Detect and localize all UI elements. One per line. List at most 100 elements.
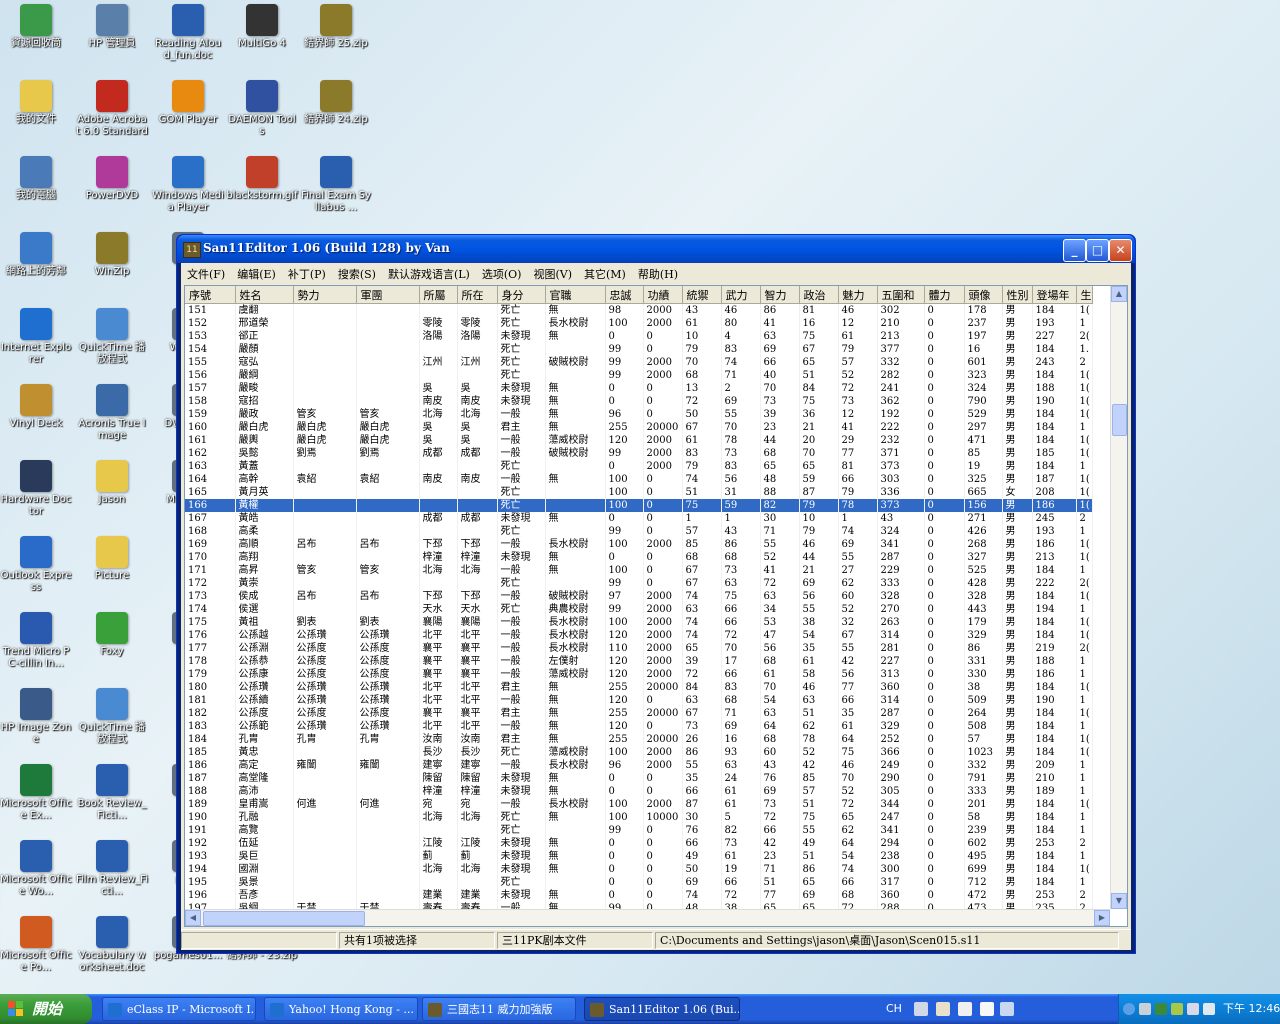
desktop-icon[interactable]: 我的文件: [0, 80, 72, 126]
table-row[interactable]: 178 公孫恭 公孫度 公孫度 襄平 襄平 一般 左僕射 120 2000 39 17 68 61 42 22…: [185, 655, 1093, 668]
table-row[interactable]: 194 國淵 北海 北海 未發現無 0 0 50 19 71 86 74 300 0 699 男 184 1(: [185, 863, 1093, 876]
close-button[interactable]: ✕: [1109, 239, 1132, 262]
table-row[interactable]: 188 高沛 梓潼 梓潼 未發現無 0 0 66 61 69 57 52 305 0 333 男 189 1: [185, 785, 1093, 798]
menu-item[interactable]: 编辑(E): [231, 263, 282, 282]
desktop-icon[interactable]: PowerDVD: [76, 156, 148, 202]
menu-item[interactable]: 补丁(P): [282, 263, 332, 282]
desktop-icon[interactable]: Internet Explorer: [0, 308, 72, 366]
column-header[interactable]: 生: [1076, 286, 1093, 304]
horizontal-scroll-thumb[interactable]: [203, 911, 365, 926]
table-row[interactable]: 185 黃忠 長沙 長沙 死亡 蕩威校尉 100 2000 86 93 60 52 75 366 0 1023…: [185, 746, 1093, 759]
desktop-icon[interactable]: MultiGo 4: [226, 4, 298, 50]
table-row[interactable]: 166 黃權 死亡 100 0 75 59 82 79 78 373 0 156 男 186 1(: [185, 499, 1093, 512]
title-bar[interactable]: 11 San11Editor 1.06 (Build 128) by Van _…: [177, 235, 1135, 263]
menu-item[interactable]: 选项(O): [476, 263, 528, 282]
desktop-icon[interactable]: 結界師 25.zip: [300, 4, 372, 50]
taskbar-button[interactable]: San11Editor 1.06 (Bui...: [584, 997, 740, 1021]
pen-icon[interactable]: [936, 1002, 950, 1016]
officer-grid[interactable]: 序號 姓名 勢力 軍團 所屬 所在 身分 官職 忠誠 功績 統禦 武力 智力 政治 魅力 五圍和 體力 頭像 性別登…: [184, 285, 1128, 927]
desktop-icon[interactable]: 網路上的芳鄰: [0, 232, 72, 278]
desktop-icon[interactable]: Acronis True Image: [76, 384, 148, 442]
desktop-icon[interactable]: Trend Micro PC-cillin In...: [0, 612, 72, 670]
table-row[interactable]: 195 吳景 死亡 0 0 69 66 51 65 66 317 0 712 男 184 1: [185, 876, 1093, 889]
column-header[interactable]: 所在: [457, 286, 498, 304]
table-row[interactable]: 158 寇招 南皮 南皮 未發現無 0 0 72 69 73 75 73 362 0 790 男 190 1(: [185, 395, 1093, 408]
tray-expand-icon[interactable]: [1123, 1003, 1135, 1015]
scroll-up-icon[interactable]: ▲: [1111, 286, 1127, 302]
column-header[interactable]: 身分: [497, 286, 546, 304]
column-header[interactable]: 五圍和: [877, 286, 925, 304]
volume-icon[interactable]: [1203, 1003, 1215, 1015]
table-row[interactable]: 196 吾彥 建業 建業 未發現無 0 0 74 72 77 69 68 360 0 472 男 253 2: [185, 889, 1093, 902]
desktop-icon[interactable]: 資源回收筒: [0, 4, 72, 50]
desktop-icon[interactable]: Picture: [76, 536, 148, 582]
table-row[interactable]: 180 公孫瓚 公孫瓚 公孫瓚 北平 北平 君主無 255 20000 84 83 70 46 77 360…: [185, 681, 1093, 694]
pen-tray-icon[interactable]: [1187, 1003, 1199, 1015]
desktop-icon[interactable]: Adobe Acrobat 6.0 Standard: [76, 80, 148, 138]
scroll-down-icon[interactable]: ▼: [1111, 893, 1127, 909]
menu-item[interactable]: 其它(M): [578, 263, 632, 282]
column-header[interactable]: 軍團: [356, 286, 420, 304]
column-header[interactable]: 登場年: [1032, 286, 1077, 304]
desktop-icon[interactable]: 結界師 24.zip: [300, 80, 372, 126]
column-header[interactable]: 勢力: [293, 286, 357, 304]
desktop-icon[interactable]: Microsoft Office Wo...: [0, 840, 72, 898]
desktop-icon[interactable]: Vinyl Deck: [0, 384, 72, 430]
desktop-icon[interactable]: WinZip: [76, 232, 148, 278]
table-row[interactable]: 163 黃蓋 死亡 0 2000 79 83 65 65 81 373 0 19 男 184 1: [185, 460, 1093, 473]
table-row[interactable]: 162 吳懿 劉焉 劉焉 成都 成都 一般 破賊校尉 99 2000 83 73 68 70 77 371 0 8…: [185, 447, 1093, 460]
table-header[interactable]: 序號 姓名 勢力 軍團 所屬 所在 身分 官職 忠誠 功績 統禦 武力 智力 政治 魅力 五圍和 體力 頭像 性別登…: [185, 286, 1093, 304]
options-icon[interactable]: [1000, 1002, 1014, 1016]
scroll-right-icon[interactable]: ▶: [1094, 910, 1110, 926]
desktop-icon[interactable]: QuickTime 播放程式: [76, 308, 148, 366]
menu-item[interactable]: 文件(F): [181, 263, 231, 282]
taskbar-button[interactable]: 三國志11 威力加強版: [422, 997, 576, 1021]
column-header[interactable]: 功績: [643, 286, 683, 304]
ime-pad-icon[interactable]: [958, 1002, 972, 1016]
desktop-icon[interactable]: Final Exam Syllabus ...: [300, 156, 372, 214]
desktop-icon[interactable]: Film Review_Ficti...: [76, 840, 148, 898]
desktop-icon[interactable]: blackstorm.gif: [226, 156, 298, 202]
menu-item[interactable]: 默认游戏语言(L): [382, 263, 476, 282]
table-row[interactable]: 177 公孫淵 公孫度 公孫度 襄平 襄平 一般 長水校尉 110 2000 65 70 56 35 55 2…: [185, 642, 1093, 655]
column-header[interactable]: 頭像: [964, 286, 1003, 304]
table-row[interactable]: 154 嚴顏 死亡 99 0 79 83 69 67 79 377 0 16 男 184 1.: [185, 343, 1093, 356]
column-header[interactable]: 所屬: [419, 286, 458, 304]
desktop-icon[interactable]: GOM Player: [152, 80, 224, 126]
column-header[interactable]: 武力: [721, 286, 761, 304]
desktop-icon[interactable]: Outlook Express: [0, 536, 72, 594]
network-icon[interactable]: [1139, 1003, 1151, 1015]
column-header[interactable]: 體力: [924, 286, 965, 304]
table-row[interactable]: 182 公孫度 公孫度 公孫度 襄平 襄平 君主無 255 20000 67 71 63 51 35 287…: [185, 707, 1093, 720]
desktop-icon[interactable]: Hardware Doctor: [0, 460, 72, 518]
table-row[interactable]: 164 高幹 袁紹 袁紹 南皮 南皮 一般無 100 0 74 56 48 59 66 303 0 325 男 18…: [185, 473, 1093, 486]
minimize-button[interactable]: _: [1063, 239, 1086, 262]
keyboard-icon[interactable]: [914, 1002, 928, 1016]
column-header[interactable]: 姓名: [235, 286, 294, 304]
desktop-icon[interactable]: Vocabulary worksheet.doc: [76, 916, 148, 974]
desktop-icon[interactable]: Microsoft Office Ex...: [0, 764, 72, 822]
table-row[interactable]: 190 孔融 北海 北海 死亡無 100 10000 30 5 72 75 65 247 0 58 男 184 1: [185, 811, 1093, 824]
table-row[interactable]: 192 伍延 江陵 江陵 未發現無 0 0 66 73 42 49 64 294 0 602 男 253 2: [185, 837, 1093, 850]
table-row[interactable]: 160 嚴白虎 嚴白虎 嚴白虎吳吳君主無 255 20000 67 70 23 21 41 222 0 2…: [185, 421, 1093, 434]
table-row[interactable]: 156 嚴綱 死亡 99 2000 68 71 40 51 52 282 0 323 男 184 1(: [185, 369, 1093, 382]
desktop-icon[interactable]: Windows Media Player: [152, 156, 224, 214]
taskbar-button[interactable]: Yahoo! Hong Kong - ...: [264, 997, 418, 1021]
table-row[interactable]: 153 郤正 洛陽 洛陽 未發現無 0 0 10 4 63 75 61 213 0 197 男 227 2(: [185, 330, 1093, 343]
table-row[interactable]: 165 黃月英 死亡 100 0 51 31 88 87 79 336 0 665 女 208 1(: [185, 486, 1093, 499]
table-row[interactable]: 161 嚴輿 嚴白虎 嚴白虎吳吳一般 蕩威校尉 120 2000 61 78 44 20 29 232 0…: [185, 434, 1093, 447]
desktop-icon[interactable]: Reading Aloud_fun.doc: [152, 4, 224, 62]
column-header[interactable]: 性別: [1002, 286, 1033, 304]
desktop-icon[interactable]: QuickTime 播放程式: [76, 688, 148, 746]
column-header[interactable]: 魅力: [838, 286, 878, 304]
menu-item[interactable]: 帮助(H): [632, 263, 684, 282]
desktop-icon[interactable]: HP 管理員: [76, 4, 148, 50]
table-row[interactable]: 172 黃崇 死亡 99 0 67 63 72 69 62 333 0 428 男 222 2(: [185, 577, 1093, 590]
table-row[interactable]: 159 嚴政 管亥 管亥 北海 北海 一般無 96 0 50 55 39 36 12 192 0 529 男 184…: [185, 408, 1093, 421]
table-row[interactable]: 173 侯成 呂布 呂布 下邳 下邳 一般 破賊校尉 97 2000 74 75 63 56 60 328 0 3…: [185, 590, 1093, 603]
menu-item[interactable]: 视图(V): [527, 263, 578, 282]
table-row[interactable]: 181 公孫續 公孫瓚 公孫瓚 北平 北平 一般無 120 0 63 68 54 63 66 314 0 509…: [185, 694, 1093, 707]
table-row[interactable]: 175 黃祖 劉表 劉表 襄陽 襄陽 一般 長水校尉 100 2000 74 66 53 38 32 263 0…: [185, 616, 1093, 629]
table-row[interactable]: 151 虞翻 死亡無 98 2000 43 46 86 81 46 302 0 178 男 184 1(: [185, 303, 1093, 317]
column-header[interactable]: 官職: [545, 286, 606, 304]
